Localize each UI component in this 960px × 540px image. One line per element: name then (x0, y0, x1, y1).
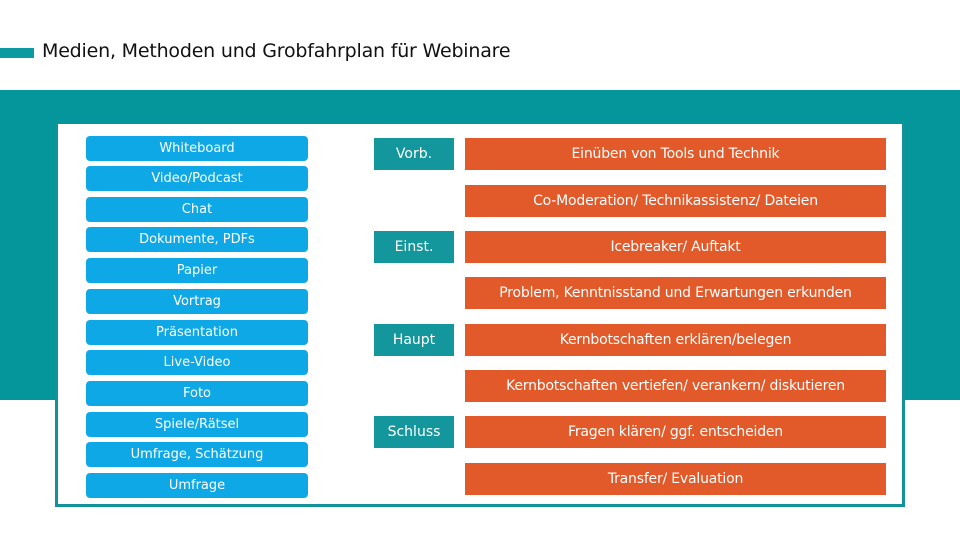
step-item: Einüben von Tools und Technik (465, 138, 886, 170)
phase-label-vorbereitung: Vorb. (374, 138, 454, 170)
media-item: Spiele/Rätsel (86, 412, 308, 437)
step-item: Problem, Kenntnisstand und Erwartungen e… (465, 277, 886, 309)
step-item: Fragen klären/ ggf. entscheiden (465, 416, 886, 448)
title-accent-bar (0, 48, 34, 58)
slide-title: Medien, Methoden und Grobfahrplan für We… (42, 40, 511, 62)
step-item: Kernbotschaften vertiefen/ verankern/ di… (465, 370, 886, 402)
step-item: Icebreaker/ Auftakt (465, 231, 886, 263)
phase-label-schluss: Schluss (374, 416, 454, 448)
media-item: Papier (86, 258, 308, 283)
media-item: Foto (86, 381, 308, 406)
media-item: Umfrage (86, 473, 308, 498)
phase-label-hauptteil: Haupt (374, 324, 454, 356)
media-item: Whiteboard (86, 136, 308, 161)
media-item: Präsentation (86, 320, 308, 345)
media-item: Video/Podcast (86, 166, 308, 191)
media-item: Dokumente, PDFs (86, 227, 308, 252)
media-item: Umfrage, Schätzung (86, 442, 308, 467)
media-item: Vortrag (86, 289, 308, 314)
step-item: Co-Moderation/ Technikassistenz/ Dateien (465, 185, 886, 217)
media-item: Live-Video (86, 350, 308, 375)
step-item: Kernbotschaften erklären/belegen (465, 324, 886, 356)
step-item: Transfer/ Evaluation (465, 463, 886, 495)
media-item: Chat (86, 197, 308, 222)
phase-label-einstieg: Einst. (374, 231, 454, 263)
